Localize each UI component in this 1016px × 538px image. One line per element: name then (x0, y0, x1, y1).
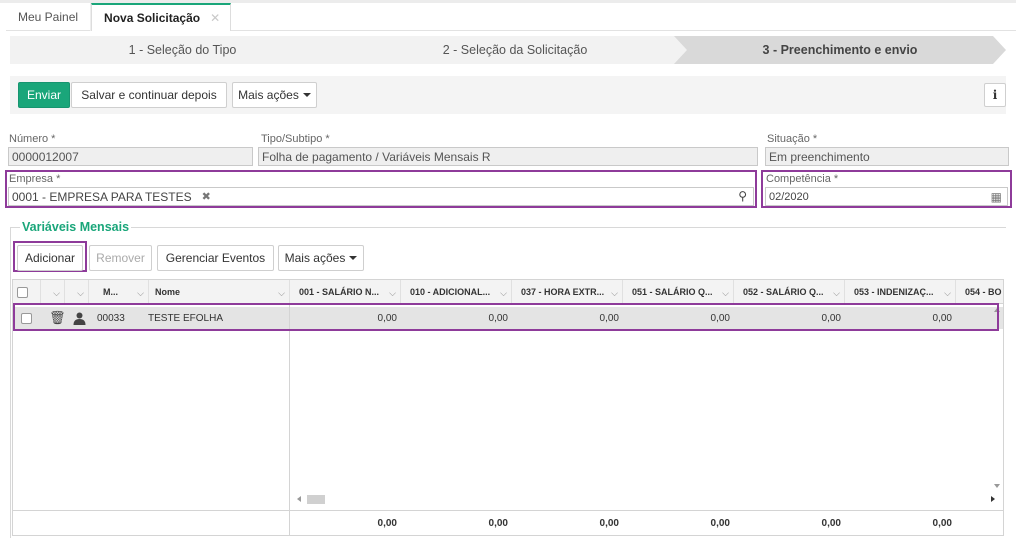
save-continue-label: Salvar e continuar depois (81, 88, 217, 102)
search-icon[interactable]: ⚲ (738, 189, 747, 203)
tab-label: Nova Solicitação (104, 11, 201, 25)
more-actions-button[interactable]: Mais ações (232, 82, 317, 108)
manage-events-label: Gerenciar Eventos (165, 251, 266, 265)
col-header-051[interactable]: 051 - SALÁRIO Q... ⌵ (623, 280, 734, 304)
col-type-header[interactable]: ⌵ (65, 280, 89, 304)
grid-header: ⌵ ⌵ M... ⌵ Nome ⌵ 001 - SALÁRIO N... ⌵ 010 … (13, 280, 1003, 304)
section-more-actions-button[interactable]: Mais ações (278, 245, 364, 271)
col-label: 053 - INDENIZAÇ... (854, 287, 934, 297)
step-label: 2 - Seleção da Solicitação (442, 43, 588, 57)
totals-row: 0,00 0,00 0,00 0,00 0,00 0,00 (13, 510, 1003, 536)
col-header-001[interactable]: 001 - SALÁRIO N... ⌵ (290, 280, 401, 304)
caret-down-icon (302, 93, 311, 97)
action-bar: Enviar Salvar e continuar depois Mais aç… (10, 76, 1006, 114)
chevron-down-icon[interactable]: ⌵ (389, 288, 396, 299)
col-label: 037 - HORA EXTR... (521, 287, 605, 297)
info-button[interactable]: i (984, 83, 1006, 107)
add-label: Adicionar (24, 251, 76, 265)
section-more-label: Mais ações (284, 251, 346, 265)
step-label: 1 - Seleção do Tipo (128, 43, 237, 57)
col-matricula-header[interactable]: M... ⌵ (89, 280, 149, 304)
chevron-down-icon[interactable]: ⌵ (722, 288, 729, 299)
competencia-value: 02/2020 (769, 190, 809, 203)
wizard-steps: 1 - Seleção do Tipo 2 - Seleção da Solic… (10, 36, 1006, 64)
col-header-053[interactable]: 053 - INDENIZAÇ... ⌵ (845, 280, 956, 304)
section-border (10, 227, 11, 538)
section-divider (10, 227, 1006, 228)
col-label: 001 - SALÁRIO N... (299, 287, 380, 297)
col-header-052[interactable]: 052 - SALÁRIO Q... ⌵ (734, 280, 845, 304)
send-label: Enviar (26, 88, 61, 102)
col-label: 051 - SALÁRIO Q... (632, 287, 713, 297)
col-nome-header[interactable]: Nome ⌵ (149, 280, 290, 304)
close-icon[interactable]: ✕ (210, 11, 220, 25)
competencia-label: Competência * (766, 173, 839, 185)
chevron-down-icon[interactable]: ⌵ (77, 288, 84, 299)
numero-label: Número * (9, 133, 56, 145)
remove-label: Remover (96, 251, 145, 265)
total-cell: 0,00 (377, 518, 397, 529)
col-delete-header[interactable]: ⌵ (41, 280, 65, 304)
col-header-037[interactable]: 037 - HORA EXTR... ⌵ (512, 280, 623, 304)
tab-meu-painel[interactable]: Meu Painel (6, 3, 92, 31)
chevron-down-icon[interactable]: ⌵ (278, 288, 285, 299)
col-header-054[interactable]: 054 - BO (956, 280, 1003, 304)
manage-events-button[interactable]: Gerenciar Eventos (157, 245, 274, 271)
vertical-scrollbar[interactable] (991, 304, 1003, 492)
step-label: 3 - Preenchimento e envio (762, 43, 918, 57)
chevron-down-icon[interactable]: ⌵ (500, 288, 507, 299)
info-icon: i (992, 88, 998, 102)
numero-value: 0000012007 (12, 149, 79, 164)
save-continue-button[interactable]: Salvar e continuar depois (71, 82, 227, 108)
total-cell: 0,00 (710, 518, 730, 529)
total-cell: 0,00 (488, 518, 508, 529)
step-3[interactable]: 3 - Preenchimento e envio (674, 36, 1006, 64)
chevron-down-icon[interactable]: ⌵ (137, 288, 144, 299)
clear-icon[interactable]: ✖ (202, 190, 211, 203)
step-1[interactable]: 1 - Seleção do Tipo (10, 36, 355, 64)
chevron-down-icon[interactable]: ⌵ (53, 288, 60, 299)
col-label: Nome (155, 287, 181, 297)
empresa-label: Empresa * (9, 173, 61, 185)
numero-field: 0000012007 (8, 147, 253, 166)
tipo-field: Folha de pagamento / Variáveis Mensais R (258, 147, 758, 166)
empresa-value: 0001 - EMPRESA PARA TESTES (12, 189, 192, 204)
frozen-column-divider (289, 304, 290, 535)
row-highlight (13, 303, 999, 331)
tab-bar: Meu Painel Nova Solicitação ✕ (6, 3, 1016, 31)
chevron-down-icon[interactable]: ⌵ (611, 288, 618, 299)
col-label: 010 - ADICIONAL... (410, 287, 491, 297)
select-all-header[interactable] (13, 280, 41, 304)
total-cell: 0,00 (821, 518, 841, 529)
add-button[interactable]: Adicionar (17, 245, 83, 271)
chevron-down-icon[interactable]: ⌵ (833, 288, 840, 299)
tipo-value: Folha de pagamento / Variáveis Mensais R (262, 149, 491, 164)
col-label: 052 - SALÁRIO Q... (743, 287, 824, 297)
total-cell: 0,00 (599, 518, 619, 529)
tab-nova-solicitacao[interactable]: Nova Solicitação ✕ (91, 3, 232, 31)
col-header-010[interactable]: 010 - ADICIONAL... ⌵ (401, 280, 512, 304)
tipo-label: Tipo/Subtipo * (261, 133, 330, 145)
situacao-label: Situação * (767, 133, 818, 145)
empresa-field[interactable]: 0001 - EMPRESA PARA TESTES ✖ ⚲ (8, 187, 754, 206)
situacao-value: Em preenchimento (769, 149, 870, 164)
send-button[interactable]: Enviar (18, 82, 70, 108)
horizontal-scrollbar[interactable] (291, 492, 1001, 507)
section-title: Variáveis Mensais (20, 220, 132, 234)
situacao-field: Em preenchimento (765, 147, 1009, 166)
select-all-checkbox[interactable] (17, 286, 28, 298)
tab-label: Meu Painel (18, 10, 79, 24)
calendar-icon[interactable]: ▦ (991, 190, 1002, 204)
more-actions-label: Mais ações (238, 88, 299, 102)
remove-button[interactable]: Remover (89, 245, 152, 271)
col-label: M... (103, 287, 118, 297)
total-cell: 0,00 (932, 518, 952, 529)
col-label: 054 - BO (965, 287, 1002, 297)
caret-down-icon (349, 256, 358, 260)
chevron-down-icon[interactable]: ⌵ (944, 288, 951, 299)
step-2[interactable]: 2 - Seleção da Solicitação (340, 36, 690, 64)
competencia-field[interactable]: 02/2020 ▦ (765, 187, 1008, 206)
